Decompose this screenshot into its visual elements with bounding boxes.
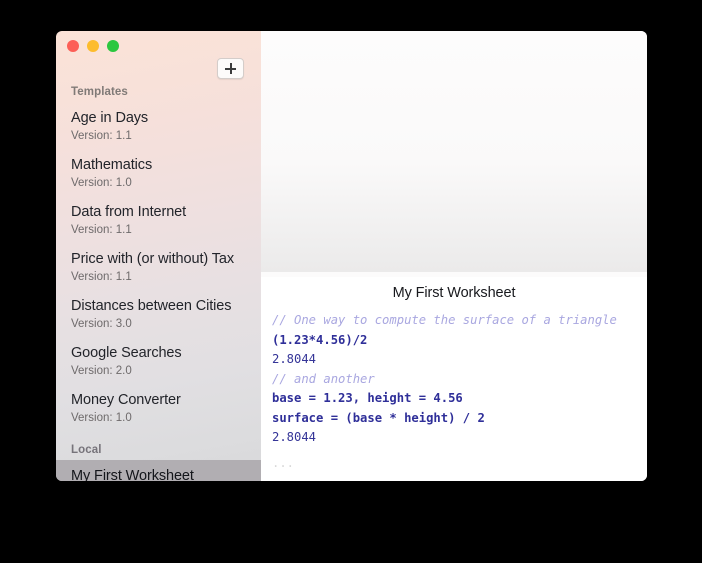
code-editor[interactable]: // One way to compute the surface of a t… [261, 311, 647, 473]
list-item-version: Version: 1.0 [71, 412, 132, 424]
minimize-button[interactable] [87, 40, 99, 52]
sidebar-item-price-with-tax[interactable]: Price with (or without) Tax Version: 1.1 [56, 244, 261, 291]
sidebar-local-list: My First Worksheet [56, 460, 261, 481]
code-line-result: 2.8044 [272, 352, 317, 366]
sidebar-item-data-from-internet[interactable]: Data from Internet Version: 1.1 [56, 197, 261, 244]
list-item-version: Version: 1.1 [71, 130, 132, 142]
sidebar-item-my-first-worksheet[interactable]: My First Worksheet [56, 460, 261, 481]
content-pane: My First Worksheet // One way to compute… [261, 31, 647, 481]
list-item-version: Version: 3.0 [71, 318, 132, 330]
code-line-comment: // One way to compute the surface of a t… [272, 313, 617, 327]
worksheet-panel[interactable]: My First Worksheet // One way to compute… [261, 277, 647, 481]
app-window: Templates Age in Days Version: 1.1 Mathe… [56, 31, 647, 481]
code-line-comment: // and another [272, 371, 375, 386]
list-item-version: Version: 1.0 [71, 177, 132, 189]
code-line-input[interactable]: surface = (base * height) / 2 [267, 409, 641, 429]
list-item-title: Data from Internet [71, 204, 187, 220]
list-item-title: Google Searches [71, 345, 182, 361]
sidebar-item-google-searches[interactable]: Google Searches Version: 2.0 [56, 338, 261, 385]
list-item-title: Mathematics [71, 157, 153, 173]
sidebar-templates-list: Age in Days Version: 1.1 Mathematics Ver… [56, 103, 261, 432]
list-item-version: Version: 1.1 [71, 271, 132, 283]
titlebar[interactable] [56, 31, 261, 57]
list-item-title: Money Converter [71, 392, 181, 408]
list-item-title: Age in Days [71, 110, 149, 126]
plus-icon [225, 63, 236, 74]
sidebar-section-header-local: Local [71, 444, 102, 456]
sidebar: Templates Age in Days Version: 1.1 Mathe… [56, 31, 261, 481]
scrollback-area [261, 31, 647, 272]
page-title: My First Worksheet [392, 285, 516, 301]
code-line-input[interactable]: (1.23*4.56)/2 [267, 331, 641, 351]
maximize-button[interactable] [107, 40, 119, 52]
list-item-title: My First Worksheet [71, 468, 194, 481]
traffic-light-group [67, 40, 119, 52]
code-line-input[interactable]: base = 1.23, height = 4.56 [267, 389, 641, 409]
code-line-placeholder[interactable]: ... [267, 448, 641, 474]
sidebar-section-header-templates: Templates [71, 86, 128, 98]
list-item-title: Price with (or without) Tax [71, 251, 235, 267]
sidebar-item-distances-between-cities[interactable]: Distances between Cities Version: 3.0 [56, 291, 261, 338]
list-item-version: Version: 2.0 [71, 365, 132, 377]
list-item-title: Distances between Cities [71, 298, 232, 314]
close-button[interactable] [67, 40, 79, 52]
sidebar-item-money-converter[interactable]: Money Converter Version: 1.0 [56, 385, 261, 432]
sidebar-item-mathematics[interactable]: Mathematics Version: 1.0 [56, 150, 261, 197]
list-item-version: Version: 1.1 [71, 224, 132, 236]
sidebar-item-age-in-days[interactable]: Age in Days Version: 1.1 [56, 103, 261, 150]
add-worksheet-button[interactable] [217, 58, 244, 79]
code-line-result: 2.8044 [272, 430, 317, 444]
